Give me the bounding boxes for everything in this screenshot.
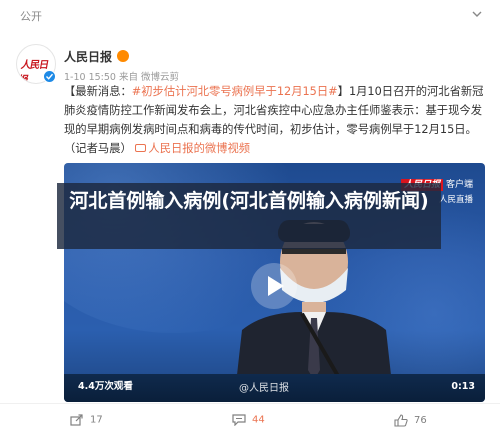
share-count: 17 — [90, 414, 103, 426]
comment-icon — [232, 414, 246, 426]
author-name[interactable]: 人民日报 — [64, 48, 112, 65]
like-button[interactable]: 76 — [394, 414, 427, 427]
video-duration: 0:13 — [451, 381, 475, 392]
share-button[interactable]: 17 — [70, 414, 103, 426]
comment-button[interactable]: 44 — [232, 414, 265, 426]
hashtag-link[interactable]: #初步估计河北零号病例早于12月15日# — [132, 85, 338, 98]
thumbs-up-icon — [394, 414, 408, 427]
chevron-down-icon[interactable] — [472, 9, 482, 19]
comment-count: 44 — [252, 414, 265, 426]
video-watermark: @人民日报 — [239, 383, 289, 394]
post-meta: 1-10 15:50 来自 微博云剪 — [64, 72, 179, 83]
overlay-title: 河北首例输入病例(河北首例输入病例新闻) — [57, 183, 441, 249]
vip-badge-icon — [117, 50, 129, 62]
visibility-label: 公开 — [20, 10, 42, 23]
post-prefix: 【最新消息： — [64, 85, 132, 98]
video-link-label: 人民日报的微博视频 — [148, 142, 251, 155]
video-link[interactable]: 人民日报的微博视频 — [135, 142, 250, 155]
view-count: 4.4万次观看 — [78, 381, 133, 392]
weibo-post-card: 公开 人民日报 人民日报 1-10 15:50 来自 微博云剪 【最新消息：#初… — [0, 0, 500, 435]
like-count: 76 — [414, 415, 427, 426]
post-text: 【最新消息：#初步估计河北零号病例早于12月15日#】1月10日召开的河北省新冠… — [64, 82, 488, 158]
live-label: 人民直播 — [438, 195, 473, 205]
share-icon — [70, 414, 83, 426]
video-link-icon — [135, 144, 147, 152]
play-icon[interactable] — [251, 263, 297, 309]
post-action-bar: 17 44 76 — [0, 403, 500, 435]
verified-icon — [43, 70, 56, 83]
channel-logo-label: 客户端 — [445, 180, 473, 190]
